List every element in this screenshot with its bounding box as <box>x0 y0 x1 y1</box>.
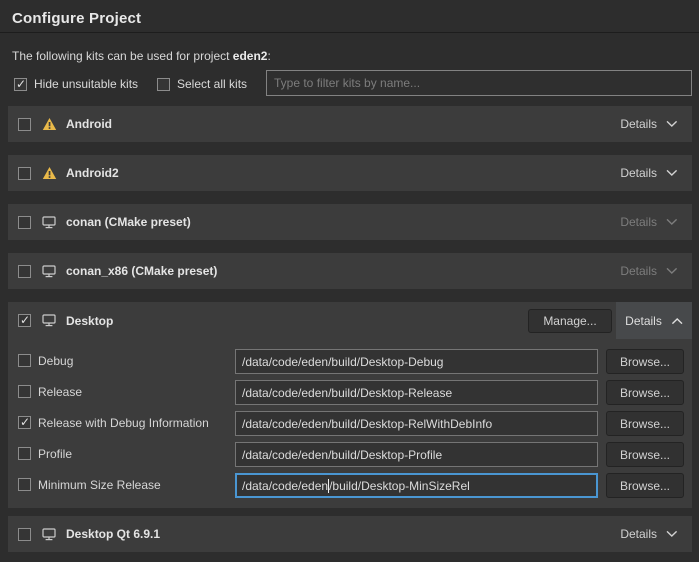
details-label: Details <box>620 527 657 541</box>
config-row-profile: Profile Browse... <box>8 442 692 467</box>
details-label: Details <box>625 314 662 328</box>
chevron-down-icon <box>666 530 678 538</box>
chevron-down-icon <box>666 169 678 177</box>
kit-row-conan[interactable]: conan (CMake preset) Details <box>8 204 692 240</box>
browse-button[interactable]: Browse... <box>606 349 684 374</box>
checkbox-unchecked-icon[interactable] <box>157 78 170 91</box>
intro-suffix: : <box>267 49 270 63</box>
kit-name: Android2 <box>66 166 119 180</box>
browse-button[interactable]: Browse... <box>606 442 684 467</box>
kit-row-desktop-header[interactable]: Desktop Manage... Details <box>8 302 692 339</box>
kit-name: conan (CMake preset) <box>66 215 191 229</box>
kit-checkbox[interactable] <box>18 314 31 327</box>
page-title: Configure Project <box>12 10 141 27</box>
config-label: Minimum Size Release <box>38 478 161 492</box>
config-checkbox[interactable] <box>18 447 31 460</box>
config-checkbox[interactable] <box>18 416 31 429</box>
desktop-icon <box>41 528 57 541</box>
intro-prefix: The following kits can be used for proje… <box>12 49 233 63</box>
title-separator <box>0 32 699 33</box>
config-row-relwithdebinfo: Release with Debug Information Browse... <box>8 411 692 436</box>
details-label: Details <box>620 264 657 278</box>
browse-button[interactable]: Browse... <box>606 380 684 405</box>
kit-checkbox[interactable] <box>18 265 31 278</box>
project-name: eden2 <box>233 49 268 63</box>
kit-row-desktop: Desktop Manage... Details Debug Browse..… <box>8 302 692 508</box>
desktop-icon <box>41 314 57 327</box>
chevron-down-icon <box>666 218 678 226</box>
intro-text: The following kits can be used for proje… <box>12 49 271 63</box>
details-toggle: Details <box>606 204 692 240</box>
kit-row-android[interactable]: Android Details <box>8 106 692 142</box>
path-text-after-cursor: /build/Desktop-MinSizeRel <box>329 479 470 493</box>
config-label: Release with Debug Information <box>38 416 209 430</box>
details-label: Details <box>620 117 657 131</box>
select-all-kits-label: Select all kits <box>177 77 247 91</box>
details-label: Details <box>620 166 657 180</box>
kit-checkbox[interactable] <box>18 528 31 541</box>
details-toggle[interactable]: Details <box>606 516 692 552</box>
hide-unsuitable-kits-checkbox[interactable]: Hide unsuitable kits <box>14 77 138 91</box>
build-dir-input[interactable] <box>235 349 598 374</box>
kit-row-android2[interactable]: Android2 Details <box>8 155 692 191</box>
kit-row-conan-x86[interactable]: conan_x86 (CMake preset) Details <box>8 253 692 289</box>
kit-checkbox[interactable] <box>18 216 31 229</box>
browse-button[interactable]: Browse... <box>606 473 684 498</box>
details-toggle[interactable]: Details <box>606 106 692 142</box>
kit-name: Desktop <box>66 314 113 328</box>
config-label: Profile <box>38 447 72 461</box>
kit-name: conan_x86 (CMake preset) <box>66 264 217 278</box>
build-dir-input[interactable] <box>235 380 598 405</box>
chevron-down-icon <box>666 120 678 128</box>
build-dir-input[interactable] <box>235 442 598 467</box>
kit-filter-input[interactable] <box>266 70 692 96</box>
kit-checkbox[interactable] <box>18 167 31 180</box>
desktop-icon <box>41 265 57 278</box>
hide-unsuitable-kits-label: Hide unsuitable kits <box>34 77 138 91</box>
checkbox-checked-icon[interactable] <box>14 78 27 91</box>
kit-checkbox[interactable] <box>18 118 31 131</box>
config-row-debug: Debug Browse... <box>8 349 692 374</box>
warning-icon <box>41 117 57 131</box>
chevron-down-icon <box>666 267 678 275</box>
path-text-before-cursor: /data/code/eden <box>242 479 328 493</box>
details-toggle[interactable]: Details <box>616 302 692 339</box>
desktop-icon <box>41 216 57 229</box>
config-label: Release <box>38 385 82 399</box>
config-checkbox[interactable] <box>18 385 31 398</box>
warning-icon <box>41 166 57 180</box>
kit-row-desktop-qt-691[interactable]: Desktop Qt 6.9.1 Details <box>8 516 692 552</box>
browse-button[interactable]: Browse... <box>606 411 684 436</box>
manage-kits-button[interactable]: Manage... <box>528 309 612 333</box>
kit-name: Android <box>66 117 112 131</box>
config-row-release: Release Browse... <box>8 380 692 405</box>
kit-name: Desktop Qt 6.9.1 <box>66 527 160 541</box>
config-checkbox[interactable] <box>18 354 31 367</box>
build-dir-input[interactable] <box>235 411 598 436</box>
build-dir-input[interactable]: /data/code/eden/build/Desktop-MinSizeRel <box>235 473 598 498</box>
details-toggle: Details <box>606 253 692 289</box>
details-toggle[interactable]: Details <box>606 155 692 191</box>
config-row-minsizerel: Minimum Size Release /data/code/eden/bui… <box>8 473 692 498</box>
config-label: Debug <box>38 354 73 368</box>
chevron-up-icon <box>671 314 683 328</box>
select-all-kits-checkbox[interactable]: Select all kits <box>157 77 247 91</box>
config-checkbox[interactable] <box>18 478 31 491</box>
details-label: Details <box>620 215 657 229</box>
